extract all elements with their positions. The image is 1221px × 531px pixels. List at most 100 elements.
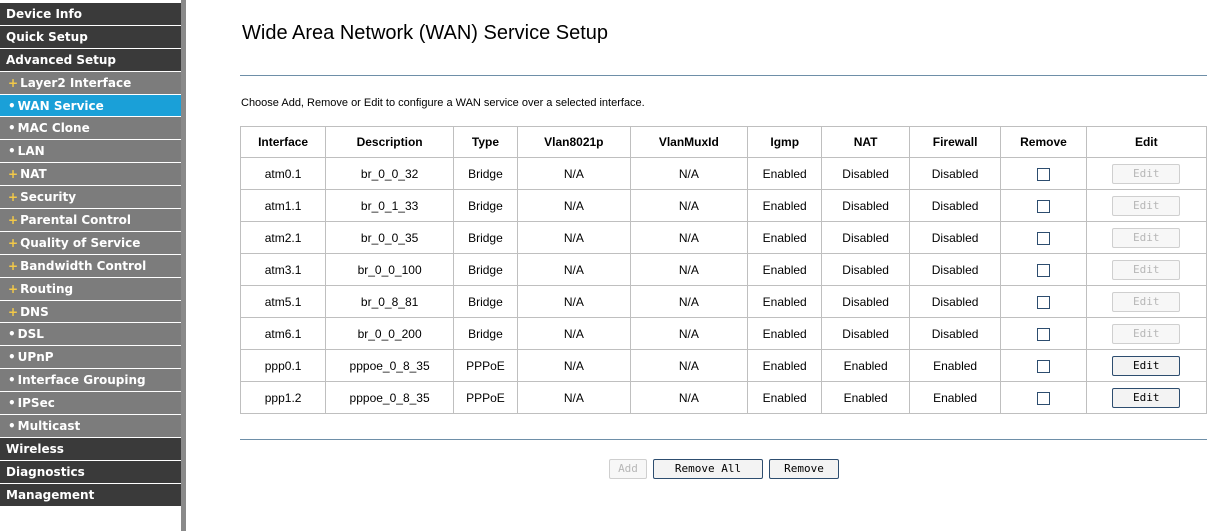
sidebar-item-advanced-setup[interactable]: Advanced Setup [0,48,181,72]
sidebar-item-label: Layer2 Interface [20,75,132,90]
sidebar-item-wireless[interactable]: Wireless [0,437,181,461]
instructions-text: Choose Add, Remove or Edit to configure … [241,97,645,109]
cell-vlanmuxid: N/A [629,317,748,350]
cell-vlan8021p: N/A [516,189,631,222]
sidebar-item-device-info[interactable]: Device Info [0,3,181,26]
sidebar-item-label: Multicast [17,419,81,434]
cell-firewall: Enabled [908,381,1002,414]
cell-igmp: Enabled [746,349,823,382]
cell-type: Bridge [453,157,518,190]
sidebar-item-multicast[interactable]: • Multicast [0,415,181,438]
remove-checkbox[interactable] [1036,263,1050,277]
sidebar-item-label: Security [20,190,77,205]
sidebar-item-parental-control[interactable]: + Parental Control [0,209,181,232]
sidebar-item-quality-of-service[interactable]: + Quality of Service [0,231,181,255]
cell-nat: Disabled [821,221,910,254]
cell-type: Bridge [453,317,518,350]
cell-vlanmuxid: N/A [629,285,748,318]
sidebar-item-dsl[interactable]: • DSL [0,323,181,347]
table-header-row: Interface Description Type Vlan8021p VlanMux… [239,126,1208,158]
edit-button[interactable]: Edit [1112,355,1181,376]
cell-remove [1000,349,1087,382]
sidebar-item-ipsec[interactable]: • IPSec [0,392,181,416]
sidebar-item-label: Parental Control [20,213,131,228]
bullet-icon: • [8,144,16,159]
cell-remove [1000,317,1087,350]
cell-interface: atm3.1 [239,253,327,286]
edit-button[interactable]: Edit [1112,163,1181,184]
bullet-icon: • [8,350,16,365]
expand-icon: + [8,167,19,182]
cell-type: Bridge [453,253,518,286]
sidebar-item-dns[interactable]: + DNS [0,300,181,324]
table-row: atm3.1 br_0_0_100 Bridge N/A N/A Enabled Disab… [239,253,1208,286]
page-title: Wide Area Network (WAN) Service Setup [242,22,609,44]
sidebar-item-upnp[interactable]: • UPnP [0,346,181,370]
add-button[interactable]: Add [609,459,647,479]
table-row: ppp1.2 pppoe_0_8_35 PPPoE N/A N/A Enabled Enab… [239,381,1208,414]
cell-interface: atm5.1 [239,285,327,318]
column-header-type: Type [453,126,518,158]
sidebar-item-layer2-interface[interactable]: + Layer2 Interface [0,71,181,95]
remove-checkbox[interactable] [1036,391,1050,405]
sidebar-item-interface-grouping[interactable]: • Interface Grouping [0,369,181,393]
sidebar-item-wan-service[interactable]: • WAN Service [0,94,181,118]
column-header-description: Description [325,126,454,158]
cell-vlan8021p: N/A [516,221,631,254]
edit-button[interactable]: Edit [1112,323,1181,344]
sidebar: Device Info Quick Setup Advanced Setup + Lay… [0,0,186,531]
sidebar-item-nat[interactable]: + NAT [0,163,181,187]
remove-all-button[interactable]: Remove All [653,459,763,479]
sidebar-item-label: Routing [20,281,74,296]
cell-interface: ppp1.2 [239,381,327,414]
remove-checkbox[interactable] [1036,327,1050,341]
remove-button[interactable]: Remove [769,459,839,479]
sidebar-item-mac-clone[interactable]: • MAC Clone [0,117,181,141]
column-header-interface: Interface [239,126,327,158]
cell-nat: Disabled [821,253,910,286]
table-row: atm5.1 br_0_8_81 Bridge N/A N/A Enabled Disabl… [239,285,1208,318]
sidebar-item-label: Bandwidth Control [20,258,147,273]
sidebar-item-quick-setup[interactable]: Quick Setup [0,25,181,49]
sidebar-item-security[interactable]: + Security [0,186,181,210]
remove-checkbox[interactable] [1036,199,1050,213]
cell-edit: Edit [1085,221,1208,254]
sidebar-item-management[interactable]: Management [0,483,181,507]
remove-checkbox[interactable] [1036,167,1050,181]
cell-type: Bridge [453,285,518,318]
wan-service-table: Interface Description Type Vlan8021p VlanMux… [239,126,1208,414]
edit-button[interactable]: Edit [1112,291,1181,312]
remove-checkbox[interactable] [1036,359,1050,373]
remove-checkbox[interactable] [1036,295,1050,309]
sidebar-item-label: LAN [17,144,45,159]
remove-checkbox[interactable] [1036,231,1050,245]
cell-vlanmuxid: N/A [629,253,748,286]
cell-interface: ppp0.1 [239,349,327,382]
bullet-icon: • [8,98,16,113]
divider [240,75,1207,76]
sidebar-item-lan[interactable]: • LAN [0,140,181,164]
sidebar-item-diagnostics[interactable]: Diagnostics [0,460,181,484]
cell-nat: Enabled [821,381,910,414]
cell-interface: atm1.1 [239,189,327,222]
edit-button[interactable]: Edit [1112,227,1181,248]
cell-vlan8021p: N/A [516,157,631,190]
cell-edit: Edit [1085,317,1208,350]
edit-button[interactable]: Edit [1112,387,1181,408]
cell-description: pppoe_0_8_35 [325,349,454,382]
edit-button[interactable]: Edit [1112,195,1181,216]
bullet-icon: • [8,373,16,388]
cell-nat: Enabled [821,349,910,382]
expand-icon: + [8,258,19,273]
cell-firewall: Enabled [908,349,1002,382]
sidebar-item-routing[interactable]: + Routing [0,277,181,301]
cell-firewall: Disabled [908,157,1002,190]
cell-igmp: Enabled [746,285,823,318]
sidebar-item-label: Wireless [6,441,64,456]
cell-nat: Disabled [821,189,910,222]
sidebar-item-bandwidth-control[interactable]: + Bandwidth Control [0,254,181,278]
cell-nat: Disabled [821,157,910,190]
sidebar-item-label: WAN Service [17,98,104,113]
sidebar-item-label: Management [6,487,95,502]
edit-button[interactable]: Edit [1112,259,1181,280]
